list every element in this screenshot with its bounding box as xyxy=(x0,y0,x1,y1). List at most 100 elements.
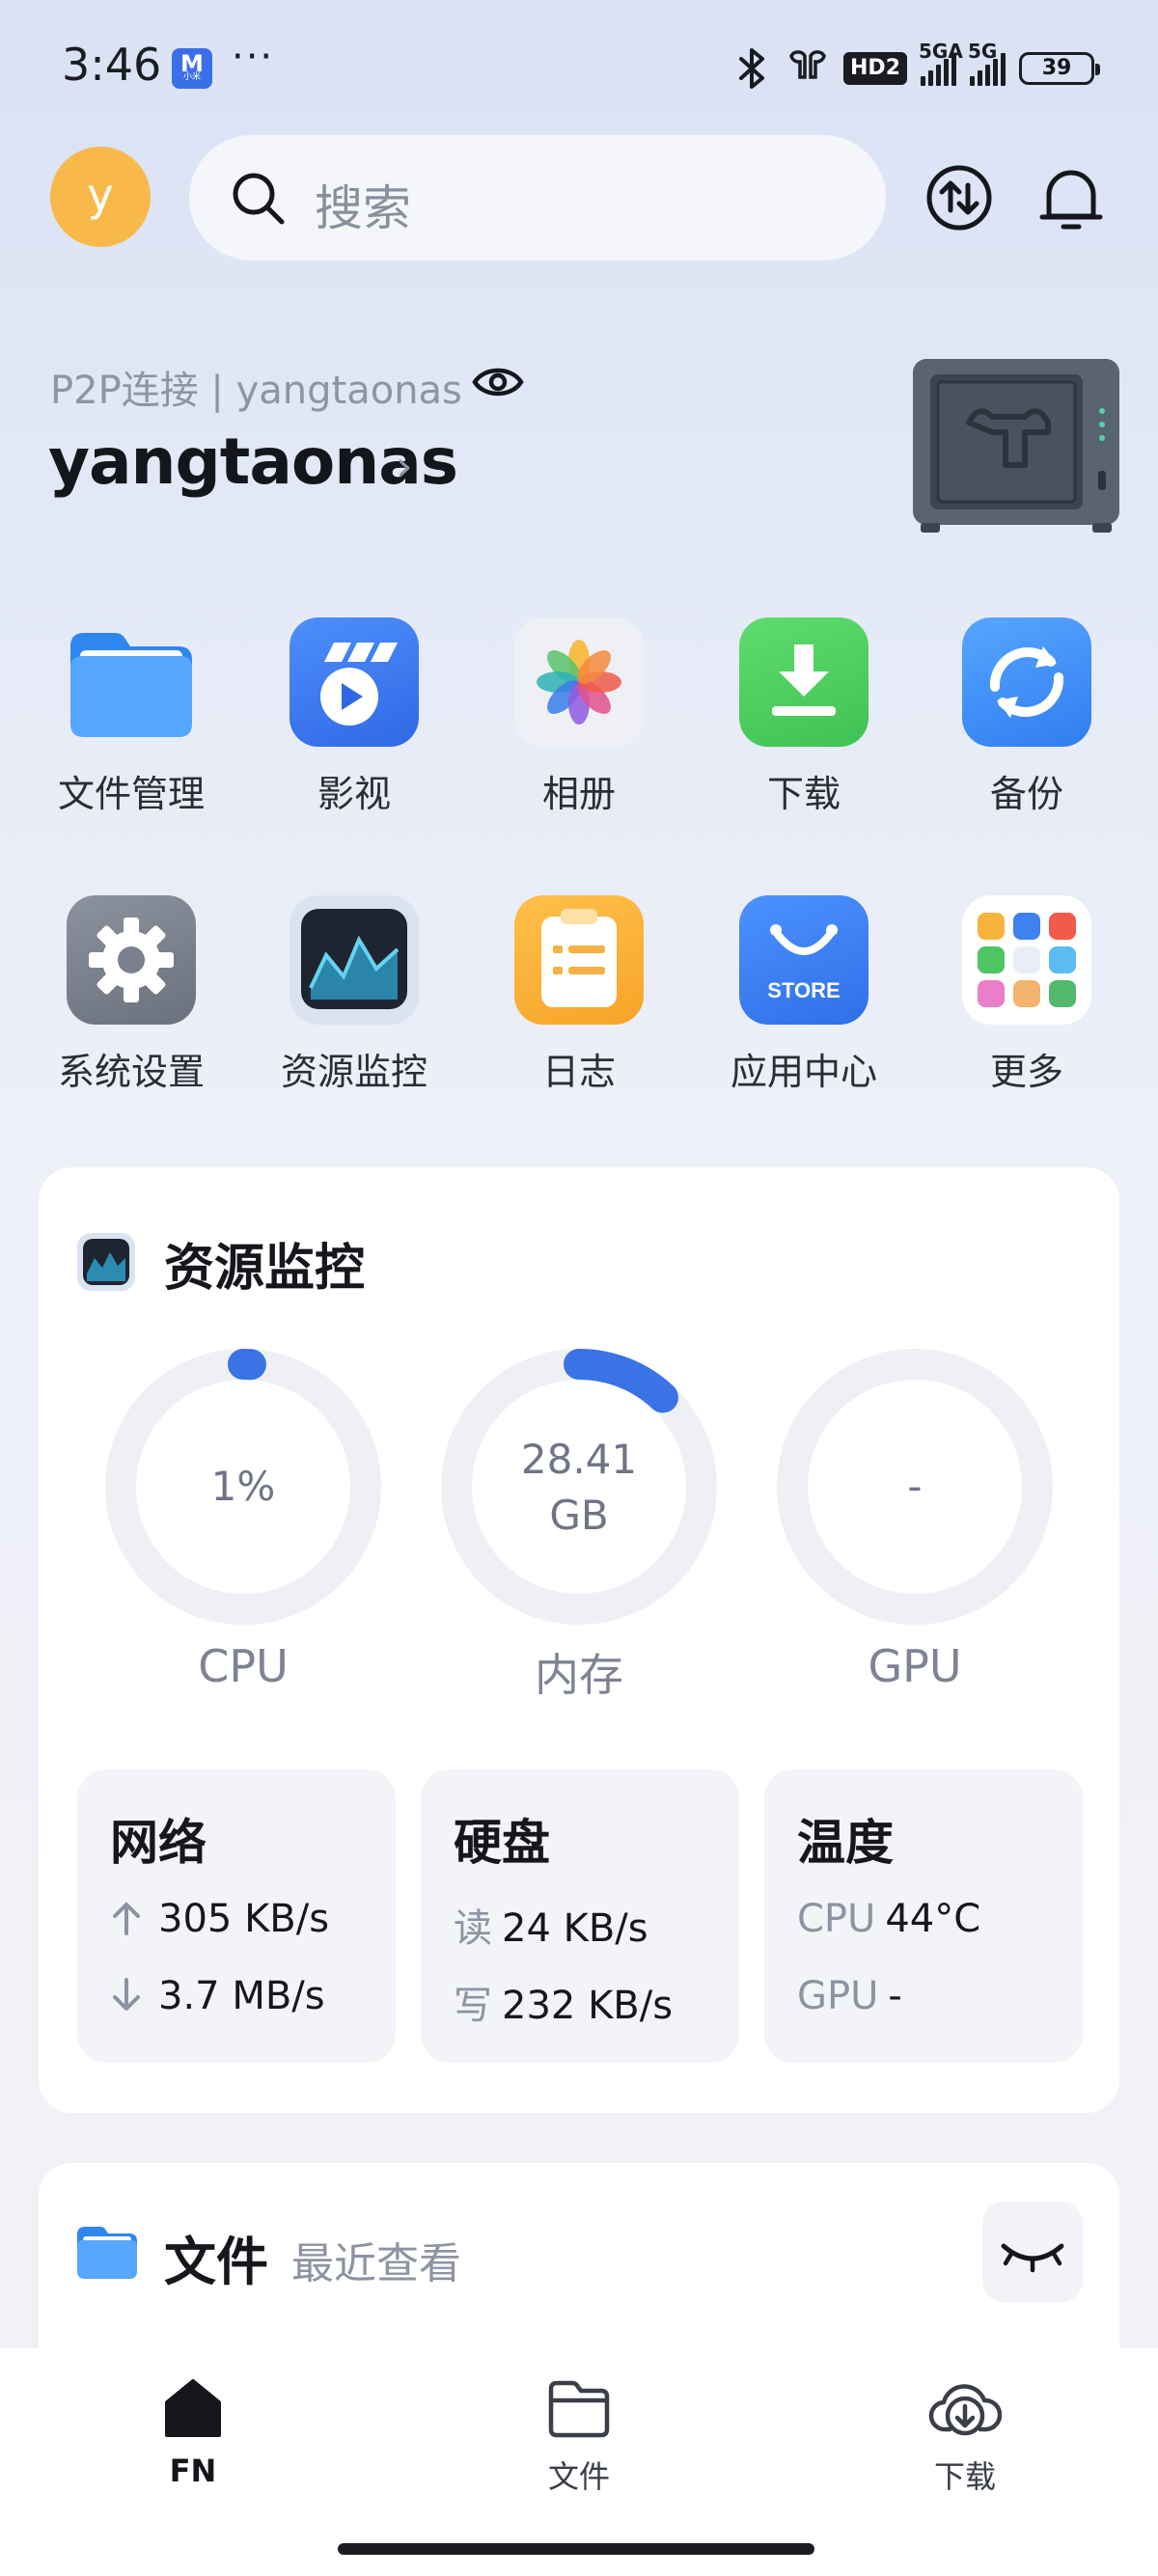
status-icons: HD2 5GA 5G 39 xyxy=(733,40,1100,93)
gauge-gpu[interactable]: - GPU xyxy=(775,1347,1055,1692)
disk-read-key: 读 xyxy=(454,1906,492,1951)
app-photos[interactable]: 相册 xyxy=(482,617,676,817)
avatar[interactable]: y xyxy=(50,147,151,247)
toggle-visibility-button[interactable] xyxy=(471,361,525,407)
arrow-down-icon xyxy=(113,1978,140,2011)
cloud-download-icon xyxy=(928,2384,1003,2436)
gauge-memory[interactable]: 28.41 GB 内存 xyxy=(439,1347,719,1704)
temp-gpu-value: - xyxy=(888,1974,902,2018)
search-icon xyxy=(233,173,285,225)
more-apps-icon xyxy=(962,895,1091,1025)
temp-gpu: GPU - xyxy=(797,1974,902,2018)
nav-item-fn[interactable]: FN xyxy=(96,2375,290,2489)
network-stats[interactable]: 网络 305 KB/s 3.7 MB/s xyxy=(77,1769,396,2063)
nav-label: 下载 xyxy=(933,2458,996,2495)
temp-cpu-key: CPU xyxy=(797,1897,876,1941)
hd-voice-icon: HD2 xyxy=(843,52,907,85)
video-icon xyxy=(290,617,419,747)
gauge-value: 28.41 GB xyxy=(439,1432,719,1544)
status-time: 3:46 xyxy=(62,39,162,91)
search-placeholder: 搜索 xyxy=(315,180,411,236)
resource-monitor-title: 资源监控 xyxy=(164,1240,366,1298)
files-title: 文件 xyxy=(164,2232,268,2292)
app-label: 系统设置 xyxy=(57,1051,205,1093)
folder-outline-icon xyxy=(548,2380,610,2438)
temperature-stats[interactable]: 温度 CPU 44°C GPU - xyxy=(764,1769,1083,2063)
status-bar: 3:46 M 小米 ··· HD2 5GA 5G 39 xyxy=(0,0,1158,135)
search-bar[interactable]: 搜索 xyxy=(189,135,886,260)
upload-speed: 305 KB/s xyxy=(158,1897,330,1941)
backup-icon xyxy=(962,617,1091,747)
download-icon xyxy=(739,617,868,747)
app-label: 影视 xyxy=(317,773,391,815)
monitor-icon xyxy=(77,1233,135,1291)
monitor-icon xyxy=(290,895,419,1025)
store-badge-text: STORE xyxy=(767,978,840,1002)
home-icon xyxy=(165,2379,221,2437)
bottom-nav: FN 文件 下载 xyxy=(0,2348,1158,2576)
app-resource-monitor[interactable]: 资源监控 xyxy=(258,895,451,1095)
app-store[interactable]: STORE 应用中心 xyxy=(707,895,900,1095)
app-badge-sub: 小米 xyxy=(182,72,201,82)
gauge-value: 1% xyxy=(210,1463,276,1510)
app-settings[interactable]: 系统设置 xyxy=(35,895,228,1095)
gauge-cpu[interactable]: 1% CPU xyxy=(103,1347,383,1692)
network-type-1: 5GA xyxy=(919,40,963,63)
folder-icon xyxy=(67,617,196,747)
disk-write-key: 写 xyxy=(454,1984,492,2028)
settings-icon xyxy=(67,895,196,1025)
app-more[interactable]: 更多 xyxy=(930,895,1123,1095)
app-notification-icon: M 小米 xyxy=(172,48,212,89)
nav-label: 文件 xyxy=(547,2458,610,2495)
gauge-label: GPU xyxy=(868,1640,962,1692)
disk-title: 硬盘 xyxy=(454,1815,550,1871)
network-download: 3.7 MB/s xyxy=(110,1974,325,2018)
network-title: 网络 xyxy=(110,1815,207,1871)
app-backup[interactable]: 备份 xyxy=(930,617,1123,817)
app-download[interactable]: 下载 xyxy=(707,617,900,817)
app-label: 文件管理 xyxy=(57,773,205,815)
files-subtitle: 最近查看 xyxy=(291,2239,461,2288)
app-logs[interactable]: 日志 xyxy=(482,895,676,1095)
transfer-icon xyxy=(926,165,992,231)
temp-cpu-value: 44°C xyxy=(885,1897,981,1941)
gauge-value-line1: 28.41 xyxy=(520,1436,638,1483)
disk-write: 写 232 KB/s xyxy=(454,1974,673,2030)
signal-icon-1: 5GA xyxy=(919,40,963,86)
home-indicator[interactable] xyxy=(338,2543,814,2555)
battery-icon: 39 xyxy=(1019,52,1100,85)
nav-item-files[interactable]: 文件 xyxy=(482,2375,676,2497)
store-icon: STORE xyxy=(739,895,868,1025)
app-label: 备份 xyxy=(989,773,1063,815)
bluetooth-icon xyxy=(739,48,765,89)
disk-read: 读 24 KB/s xyxy=(454,1897,648,1953)
bell-icon xyxy=(1039,170,1103,230)
app-label: 日志 xyxy=(541,1051,616,1093)
connection-status: P2P连接 | yangtaonas xyxy=(50,369,462,413)
log-icon xyxy=(514,895,644,1025)
eye-closed-icon xyxy=(1001,2243,1064,2273)
disk-stats[interactable]: 硬盘 读 24 KB/s 写 232 KB/s xyxy=(421,1769,739,2063)
gauge-label: CPU xyxy=(198,1640,289,1692)
gauge-label: 内存 xyxy=(535,1649,623,1701)
app-label: 更多 xyxy=(989,1051,1063,1093)
temp-gpu-key: GPU xyxy=(797,1974,879,2018)
nav-item-downloads[interactable]: 下载 xyxy=(868,2375,1062,2497)
disk-write-value: 232 KB/s xyxy=(502,1984,674,2028)
nas-device-image xyxy=(913,359,1119,533)
app-label: 相册 xyxy=(541,773,616,815)
transfer-button[interactable] xyxy=(921,154,998,241)
temp-cpu: CPU 44°C xyxy=(797,1897,980,1941)
hide-recent-button[interactable] xyxy=(982,2202,1083,2302)
network-type-2: 5G xyxy=(968,40,998,63)
folder-icon xyxy=(77,2227,137,2279)
photos-icon xyxy=(514,617,644,747)
earbuds-icon xyxy=(789,50,826,79)
app-file-manager[interactable]: 文件管理 xyxy=(35,617,228,817)
app-label: 下载 xyxy=(766,773,841,815)
more-notifications-icon: ··· xyxy=(232,35,275,79)
app-video[interactable]: 影视 xyxy=(258,617,451,817)
chevron-right-icon[interactable]: › xyxy=(396,442,413,491)
notifications-button[interactable] xyxy=(1033,154,1110,241)
app-label: 资源监控 xyxy=(280,1051,427,1093)
